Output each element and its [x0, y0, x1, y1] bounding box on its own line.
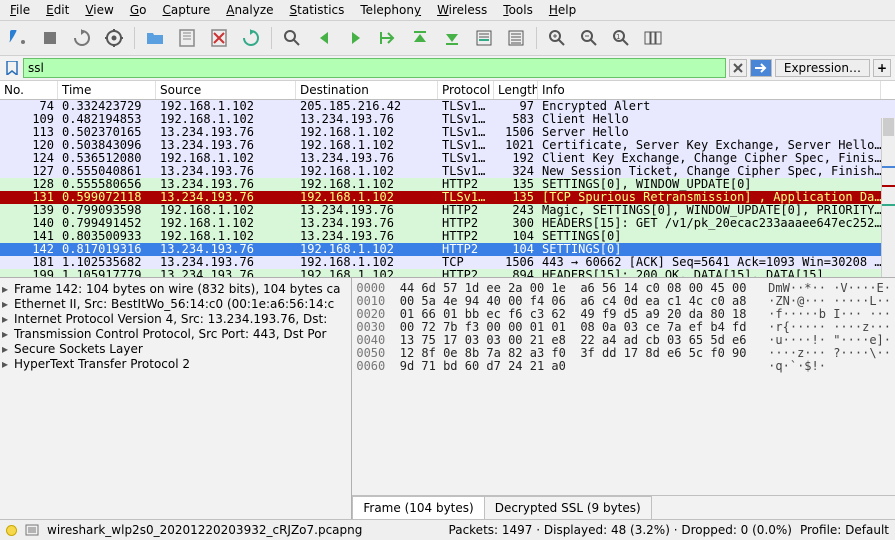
packet-row[interactable]: 1130.50237016513.234.193.76192.168.1.102…	[0, 126, 895, 139]
filter-bar: Expression… +	[0, 56, 895, 81]
zoom-reset-button[interactable]: 1	[607, 24, 635, 52]
hex-dump[interactable]: 0000 44 6d 57 1d ee 2a 00 1e a6 56 14 c0…	[352, 278, 895, 495]
status-packet-stats: Packets: 1497 · Displayed: 48 (3.2%) · D…	[449, 523, 792, 537]
restart-capture-button[interactable]	[68, 24, 96, 52]
menu-tools[interactable]: Tools	[503, 3, 533, 17]
col-source[interactable]: Source	[156, 81, 296, 99]
expand-triangle-icon[interactable]: ▸	[2, 282, 12, 297]
packet-row[interactable]: 1090.482194853192.168.1.10213.234.193.76…	[0, 113, 895, 126]
packet-row[interactable]: 1410.803500933192.168.1.10213.234.193.76…	[0, 230, 895, 243]
expression-button[interactable]: Expression…	[775, 59, 870, 77]
tab-frame-bytes[interactable]: Frame (104 bytes)	[352, 496, 484, 519]
menu-edit[interactable]: Edit	[46, 3, 69, 17]
status-bar: wireshark_wlp2s0_20201220203932_cRJZo7.p…	[0, 519, 895, 540]
status-filename: wireshark_wlp2s0_20201220203932_cRJZo7.p…	[47, 523, 441, 537]
menu-analyze[interactable]: Analyze	[226, 3, 273, 17]
go-forward-button[interactable]	[342, 24, 370, 52]
packet-row[interactable]: 1811.10253568213.234.193.76192.168.1.102…	[0, 256, 895, 269]
detail-tree-item[interactable]: ▸Frame 142: 104 bytes on wire (832 bits)…	[2, 282, 349, 297]
start-capture-button[interactable]	[4, 24, 32, 52]
auto-scroll-button[interactable]	[470, 24, 498, 52]
packet-list-header[interactable]: No. Time Source Destination Protocol Len…	[0, 81, 895, 100]
packet-details-pane[interactable]: ▸Frame 142: 104 bytes on wire (832 bits)…	[0, 278, 352, 519]
bytes-tabs: Frame (104 bytes) Decrypted SSL (9 bytes…	[352, 495, 895, 519]
menu-bar: File Edit View Go Capture Analyze Statis…	[0, 0, 895, 21]
colorize-button[interactable]	[502, 24, 530, 52]
packet-row[interactable]: 1240.536512080192.168.1.10213.234.193.76…	[0, 152, 895, 165]
status-profile[interactable]: Profile: Default	[800, 523, 889, 537]
packet-row[interactable]: 1991.10591777913.234.193.76192.168.1.102…	[0, 269, 895, 277]
menu-telephony[interactable]: Telephony	[360, 3, 421, 17]
svg-text:1: 1	[616, 33, 620, 41]
packet-row[interactable]: 1420.81701931613.234.193.76192.168.1.102…	[0, 243, 895, 256]
col-time[interactable]: Time	[58, 81, 156, 99]
detail-tree-item[interactable]: ▸Ethernet II, Src: BestItWo_56:14:c0 (00…	[2, 297, 349, 312]
zoom-in-button[interactable]	[543, 24, 571, 52]
menu-go[interactable]: Go	[130, 3, 147, 17]
apply-filter-button[interactable]	[750, 59, 772, 77]
go-last-button[interactable]	[438, 24, 466, 52]
packet-row[interactable]: 1400.799491452192.168.1.10213.234.193.76…	[0, 217, 895, 230]
save-file-button[interactable]	[173, 24, 201, 52]
add-filter-button[interactable]: +	[873, 59, 891, 77]
detail-tree-item[interactable]: ▸HyperText Transfer Protocol 2	[2, 357, 349, 372]
menu-view[interactable]: View	[85, 3, 113, 17]
expand-triangle-icon[interactable]: ▸	[2, 357, 12, 372]
detail-tree-item[interactable]: ▸Internet Protocol Version 4, Src: 13.23…	[2, 312, 349, 327]
stop-capture-button[interactable]	[36, 24, 64, 52]
packet-row[interactable]: 1390.799093598192.168.1.10213.234.193.76…	[0, 204, 895, 217]
col-length[interactable]: Length	[494, 81, 538, 99]
expand-triangle-icon[interactable]: ▸	[2, 327, 12, 342]
clear-filter-button[interactable]	[729, 59, 747, 77]
packet-row[interactable]: 1200.50384309613.234.193.76192.168.1.102…	[0, 139, 895, 152]
zoom-out-button[interactable]	[575, 24, 603, 52]
packet-list-pane: No. Time Source Destination Protocol Len…	[0, 81, 895, 277]
packet-row[interactable]: 1310.59907211813.234.193.76192.168.1.102…	[0, 191, 895, 204]
expand-triangle-icon[interactable]: ▸	[2, 312, 12, 327]
find-packet-button[interactable]	[278, 24, 306, 52]
resize-columns-button[interactable]	[639, 24, 667, 52]
detail-tree-item[interactable]: ▸Transmission Control Protocol, Src Port…	[2, 327, 349, 342]
main-toolbar: 1	[0, 21, 895, 56]
detail-tree-item[interactable]: ▸Secure Sockets Layer	[2, 342, 349, 357]
expand-triangle-icon[interactable]: ▸	[2, 297, 12, 312]
packet-list[interactable]: 740.332423729192.168.1.102205.185.216.42…	[0, 100, 895, 277]
go-back-button[interactable]	[310, 24, 338, 52]
col-protocol[interactable]: Protocol	[438, 81, 494, 99]
menu-file[interactable]: File	[10, 3, 30, 17]
display-filter-input[interactable]	[23, 58, 726, 78]
capture-options-button[interactable]	[100, 24, 128, 52]
packet-bytes-pane: 0000 44 6d 57 1d ee 2a 00 1e a6 56 14 c0…	[352, 278, 895, 519]
close-file-button[interactable]	[205, 24, 233, 52]
col-destination[interactable]: Destination	[296, 81, 438, 99]
menu-capture[interactable]: Capture	[162, 3, 210, 17]
tab-decrypted-ssl[interactable]: Decrypted SSL (9 bytes)	[484, 496, 652, 519]
menu-statistics[interactable]: Statistics	[290, 3, 345, 17]
capture-file-icon	[25, 523, 39, 537]
filter-bookmark-button[interactable]	[4, 60, 20, 76]
menu-wireless[interactable]: Wireless	[437, 3, 487, 17]
packet-list-scrollbar[interactable]	[881, 118, 895, 277]
reload-button[interactable]	[237, 24, 265, 52]
open-file-button[interactable]	[141, 24, 169, 52]
packet-row[interactable]: 1280.55558065613.234.193.76192.168.1.102…	[0, 178, 895, 191]
col-no[interactable]: No.	[0, 81, 58, 99]
packet-row[interactable]: 740.332423729192.168.1.102205.185.216.42…	[0, 100, 895, 113]
expert-info-led-icon[interactable]	[6, 525, 17, 536]
expand-triangle-icon[interactable]: ▸	[2, 342, 12, 357]
go-first-button[interactable]	[406, 24, 434, 52]
col-info[interactable]: Info	[538, 81, 881, 99]
packet-row[interactable]: 1270.55504086113.234.193.76192.168.1.102…	[0, 165, 895, 178]
menu-help[interactable]: Help	[549, 3, 576, 17]
go-to-packet-button[interactable]	[374, 24, 402, 52]
